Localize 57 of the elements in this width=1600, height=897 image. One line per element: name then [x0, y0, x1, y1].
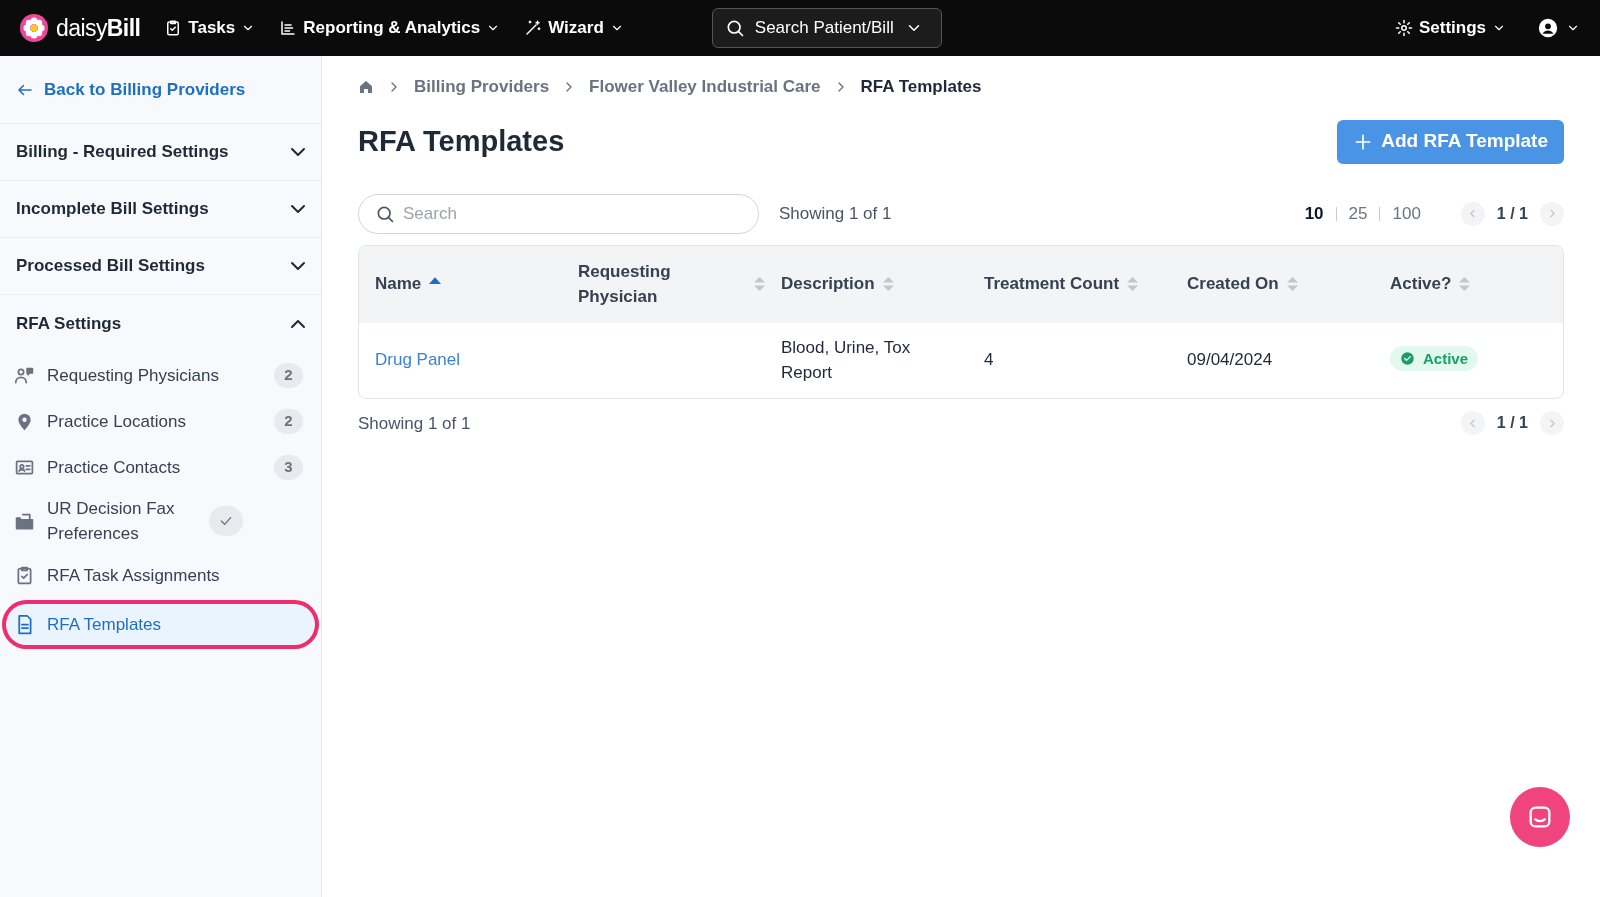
page-indicator: 1 / 1: [1495, 413, 1529, 434]
table-cell-text: Blood, Urine, Tox Report: [781, 337, 912, 384]
column-header[interactable]: Name: [375, 271, 578, 297]
sidebar-item[interactable]: RFA Task Assignments: [2, 554, 319, 596]
column-header[interactable]: Description: [781, 271, 984, 297]
nav-menu[interactable]: Tasks: [164, 15, 256, 41]
column-header[interactable]: Active?: [1390, 271, 1547, 297]
sidebar-item[interactable]: Practice Contacts 3: [2, 446, 319, 488]
search-input[interactable]: Search: [403, 200, 742, 227]
logo-text[interactable]: daisyBill: [56, 10, 141, 46]
table-cell: 09/04/2024: [1187, 350, 1273, 370]
section-header[interactable]: RFA Settings: [0, 295, 321, 352]
search-input[interactable]: Search Patient/Bill: [754, 15, 895, 41]
next-page-button[interactable]: [1540, 411, 1564, 436]
previous-page-button[interactable]: [1460, 411, 1485, 436]
count-badge: 2: [274, 408, 303, 434]
table-cell: 4: [984, 350, 994, 370]
column-header[interactable]: Created On: [1187, 271, 1390, 297]
nav-menu[interactable]: Reporting & Analytics: [279, 15, 501, 41]
page-size-option[interactable]: 25: [1348, 200, 1368, 227]
check-circle-icon: [1400, 351, 1415, 367]
results-count: Showing 1 of 1: [358, 412, 471, 435]
sidebar-item[interactable]: Requesting Physicians 2: [2, 354, 319, 396]
settings-icon: [1394, 19, 1413, 37]
column-header[interactable]: Treatment Count: [984, 271, 1187, 297]
status-badge: Active: [1390, 346, 1479, 372]
sidebar-item[interactable]: Practice Locations 2: [2, 400, 319, 442]
user-avatar-icon: [1538, 18, 1558, 38]
template-name-link[interactable]: Drug Panel: [375, 350, 461, 370]
search-patient-field[interactable]: Search Patient/Bill: [711, 8, 942, 48]
settings-menu[interactable]: Settings: [1394, 15, 1506, 41]
breadcrumb-link[interactable]: Flower Valley Industrial Care: [589, 74, 821, 100]
next-page-button[interactable]: [1540, 201, 1564, 226]
home-icon: [358, 78, 374, 95]
section-header[interactable]: Billing - Required Settings: [0, 124, 321, 181]
page-indicator: 1 / 1: [1495, 203, 1529, 224]
page-title: RFA Templates: [358, 123, 565, 159]
column-header[interactable]: Requesting Physician: [578, 259, 781, 309]
count-badge: 2: [274, 362, 303, 388]
breadcrumb-current: RFA Templates: [860, 76, 982, 98]
page-size-option[interactable]: 10: [1304, 200, 1324, 227]
sidebar-item[interactable]: RFA Templates: [2, 600, 319, 649]
user-menu-button[interactable]: [1538, 18, 1580, 38]
section-header[interactable]: Incomplete Bill Settings: [0, 181, 321, 238]
flower-logo-icon: [20, 14, 48, 42]
previous-page-button[interactable]: [1460, 201, 1485, 226]
results-count: Showing 1 of 1: [779, 202, 892, 225]
sidebar-item[interactable]: UR Decision Fax Preferences: [2, 492, 319, 550]
back-link[interactable]: Back to Billing Providers: [0, 56, 321, 124]
chart-icon: [279, 19, 298, 37]
count-badge: 3: [274, 454, 303, 480]
nav-menu[interactable]: Wizard: [524, 15, 624, 41]
breadcrumb-link[interactable]: Billing Providers: [414, 74, 550, 100]
chat-button[interactable]: [1510, 787, 1570, 847]
page-size-option[interactable]: 100: [1392, 200, 1421, 227]
section-header[interactable]: Processed Bill Settings: [0, 238, 321, 295]
magic-wand-icon: [524, 19, 543, 37]
